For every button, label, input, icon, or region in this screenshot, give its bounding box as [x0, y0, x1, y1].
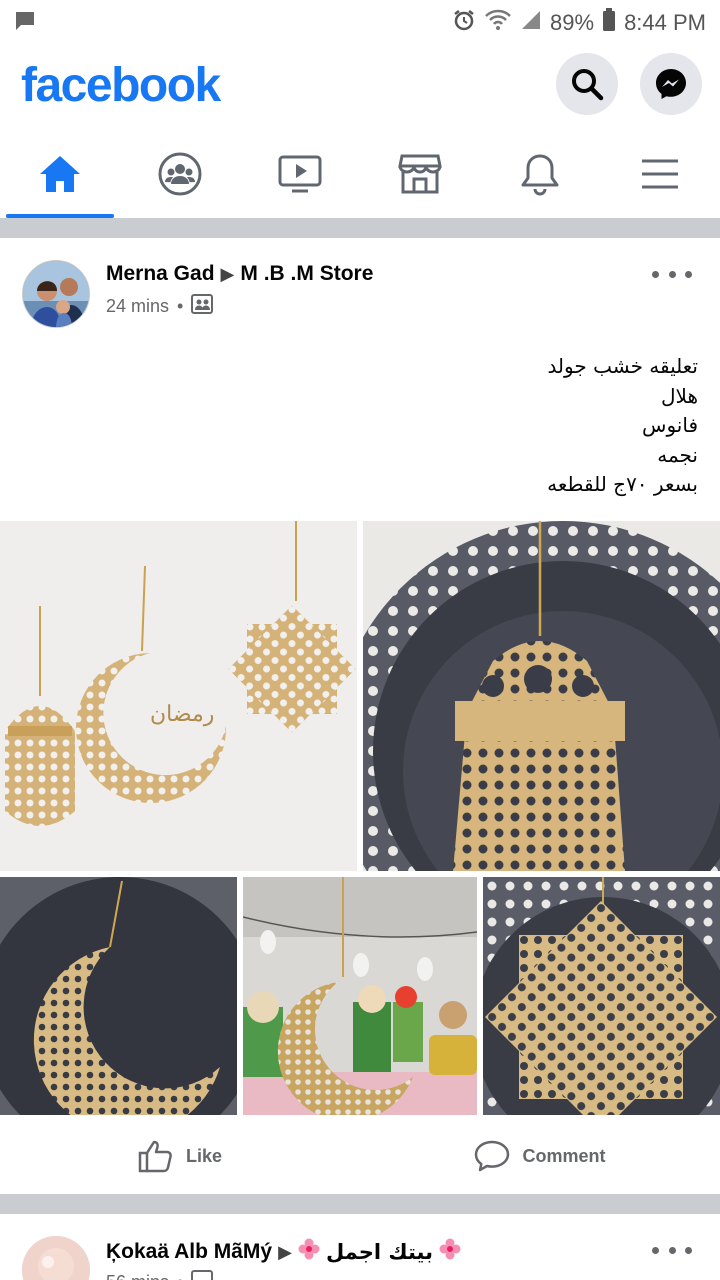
post-time[interactable]: 24 mins [106, 296, 169, 317]
feed-divider [0, 1194, 720, 1214]
author-avatar[interactable] [22, 1236, 90, 1280]
post-text-line: فانوس [642, 413, 698, 437]
meta-separator: • [177, 296, 184, 316]
comment-icon [475, 1140, 510, 1172]
post-header: Merna Gad ▶ M .B .M Store 24 mins • [0, 238, 720, 338]
post-photo-2[interactable] [363, 521, 720, 871]
marketplace-icon [398, 154, 442, 194]
post-meta: 56 mins • [106, 1270, 214, 1280]
post-actions: Like Comment [0, 1118, 720, 1194]
group-name[interactable]: بيتك اجمل [326, 1240, 433, 1264]
author-name[interactable]: Merna Gad [106, 262, 215, 286]
facebook-logo[interactable]: facebook [21, 58, 221, 113]
post-text-line: هلال [660, 383, 698, 408]
group-privacy-icon [191, 1270, 214, 1280]
tab-notifications[interactable] [480, 130, 600, 218]
tab-marketplace[interactable] [360, 130, 480, 218]
message-notification-icon [14, 10, 36, 37]
shared-to-arrow-icon: ▶ [220, 263, 235, 284]
like-label: Like [185, 1145, 223, 1166]
author-name[interactable]: Ķokaä Alb MãMý [106, 1240, 272, 1264]
battery-icon [602, 8, 616, 37]
tab-watch[interactable] [240, 130, 360, 218]
search-icon [572, 69, 604, 101]
alarm-icon [452, 8, 476, 37]
comment-label: Comment [522, 1145, 606, 1166]
post-text-line: بسعر ٧٠ج للقطعه [547, 472, 698, 496]
main-nav [0, 130, 720, 218]
wifi-icon [484, 9, 512, 36]
post-options-button[interactable] [652, 262, 692, 286]
battery-percent: 89% [550, 9, 595, 35]
signal-icon [520, 9, 542, 36]
author-avatar[interactable] [22, 260, 90, 328]
groups-icon [158, 152, 202, 196]
watch-icon [278, 155, 322, 193]
post-meta: 24 mins • [106, 294, 214, 319]
post-author-line: Ķokaä Alb MãMý ▶ بيتك اجمل [106, 1238, 461, 1266]
flower-icon [439, 1238, 461, 1266]
post-text-line: تعليقه خشب جولد [547, 354, 698, 378]
shared-to-arrow-icon: ▶ [278, 1241, 292, 1262]
tab-home[interactable] [0, 130, 120, 218]
post-photo-1[interactable]: رمضان [0, 521, 357, 871]
post-author-line: Merna Gad ▶ M .B .M Store [106, 262, 373, 286]
status-bar: 89% 8:44 PM [0, 0, 720, 44]
group-privacy-icon [191, 294, 214, 319]
feed-divider [0, 218, 720, 238]
tab-menu[interactable] [600, 130, 720, 218]
like-button[interactable]: Like [0, 1118, 360, 1194]
search-button[interactable] [556, 53, 618, 115]
svg-text:رمضان: رمضان [150, 702, 214, 727]
thumbs-up-icon [138, 1140, 172, 1173]
post-text: تعليقه خشب جولد هلال فانوس نجمه بسعر ٧٠ج… [198, 352, 698, 500]
flower-icon [298, 1238, 320, 1266]
app-header: facebook [0, 44, 720, 130]
group-name[interactable]: M .B .M Store [240, 262, 373, 286]
post-photo-4[interactable] [243, 877, 477, 1115]
meta-separator: • [177, 1272, 183, 1280]
comment-button[interactable]: Comment [360, 1118, 720, 1194]
messenger-icon [656, 69, 686, 99]
menu-icon [642, 159, 678, 189]
post-header: Ķokaä Alb MãMý ▶ بيتك اجمل 56 mins • [0, 1214, 720, 1280]
post-text-line: نجمه [657, 442, 698, 467]
post-photo-3[interactable] [0, 877, 237, 1115]
clock: 8:44 PM [624, 9, 706, 35]
home-icon [40, 156, 80, 192]
post-photo-5[interactable] [483, 877, 720, 1115]
post-options-button[interactable] [652, 1238, 692, 1262]
messenger-button[interactable] [640, 53, 702, 115]
bell-icon [521, 154, 559, 196]
tab-groups[interactable] [120, 130, 240, 218]
post-time[interactable]: 56 mins [106, 1272, 169, 1280]
